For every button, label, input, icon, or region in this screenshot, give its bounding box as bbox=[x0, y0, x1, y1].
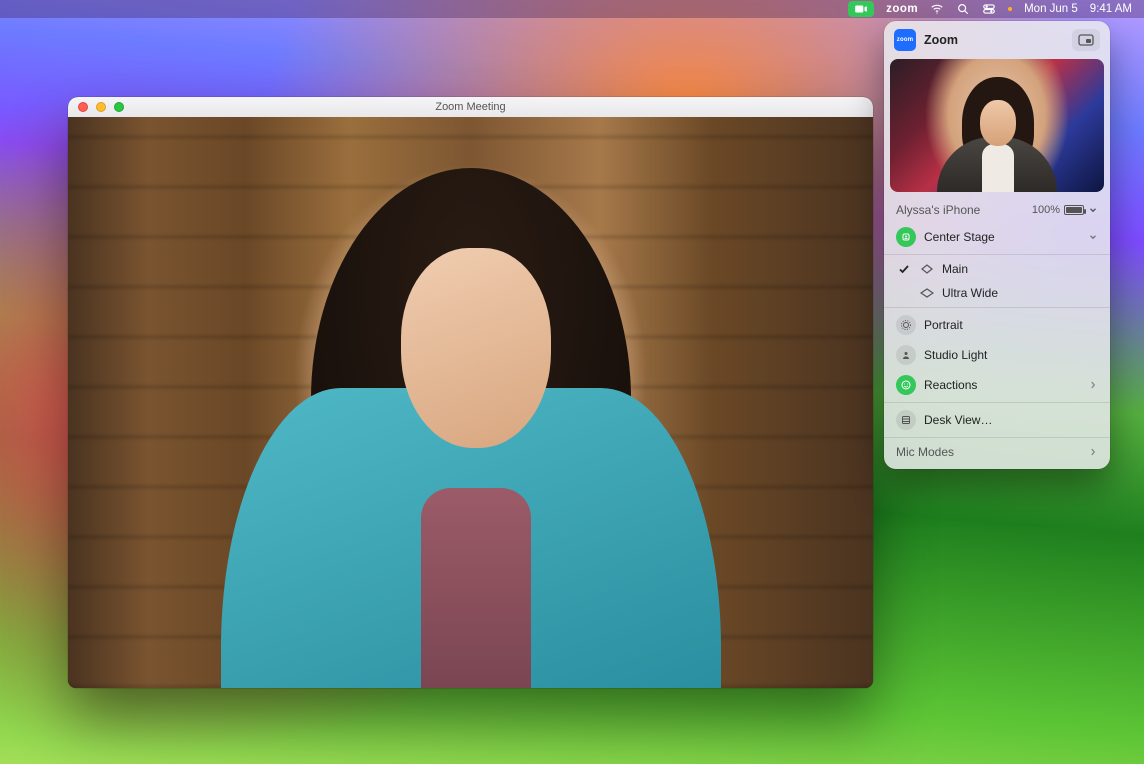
camera-preview bbox=[890, 59, 1104, 192]
separator bbox=[884, 402, 1110, 403]
active-app-name[interactable]: zoom bbox=[886, 3, 918, 15]
chevron-right-icon bbox=[1088, 380, 1098, 390]
menu-dot-icon bbox=[1008, 7, 1012, 11]
camera-active-indicator[interactable] bbox=[848, 1, 874, 17]
camera-device-name: Alyssa's iPhone bbox=[896, 203, 980, 217]
video-effects-popover: zoom Zoom Alyssa's iPhone 100% Center St… bbox=[884, 21, 1110, 469]
device-battery: 100% bbox=[1032, 204, 1098, 216]
menubar-date[interactable]: Mon Jun 5 bbox=[1024, 3, 1078, 15]
camera-device-row[interactable]: Alyssa's iPhone 100% bbox=[884, 198, 1110, 222]
zoom-meeting-window: Zoom Meeting bbox=[68, 97, 873, 688]
macos-menubar: zoom Mon Jun 5 9:41 AM bbox=[0, 0, 1144, 18]
reactions-menu[interactable]: Reactions bbox=[884, 370, 1110, 400]
zoom-app-icon: zoom bbox=[894, 29, 916, 51]
checkmark-icon bbox=[896, 263, 912, 275]
popover-app-name: Zoom bbox=[924, 33, 958, 47]
desk-view-icon bbox=[896, 410, 916, 430]
center-stage-toggle[interactable]: Center Stage bbox=[884, 222, 1110, 252]
window-title: Zoom Meeting bbox=[435, 101, 505, 113]
lens-option-ultrawide[interactable]: Ultra Wide bbox=[884, 281, 1110, 305]
center-stage-icon bbox=[896, 227, 916, 247]
menubar-time[interactable]: 9:41 AM bbox=[1090, 3, 1132, 15]
separator bbox=[884, 307, 1110, 308]
dock-window-icon bbox=[1078, 34, 1094, 46]
chevron-right-icon bbox=[1088, 447, 1098, 457]
wifi-icon[interactable] bbox=[930, 2, 944, 16]
lens-option-main[interactable]: Main bbox=[884, 257, 1110, 281]
separator bbox=[884, 254, 1110, 255]
main-video-feed[interactable] bbox=[68, 117, 873, 688]
maximize-button[interactable] bbox=[114, 102, 124, 112]
popover-header: zoom Zoom bbox=[884, 21, 1110, 59]
lens-outline-icon bbox=[920, 264, 934, 274]
window-dock-button[interactable] bbox=[1072, 29, 1100, 51]
participant-portrait bbox=[191, 128, 751, 688]
portrait-icon bbox=[896, 315, 916, 335]
control-center-icon[interactable] bbox=[982, 2, 996, 16]
spotlight-search-icon[interactable] bbox=[956, 2, 970, 16]
reactions-icon bbox=[896, 375, 916, 395]
window-traffic-lights bbox=[78, 102, 124, 112]
lens-outline-icon bbox=[920, 288, 934, 298]
portrait-toggle[interactable]: Portrait bbox=[884, 310, 1110, 340]
close-button[interactable] bbox=[78, 102, 88, 112]
desk-view-button[interactable]: Desk View… bbox=[884, 405, 1110, 435]
chevron-down-icon bbox=[1088, 205, 1098, 215]
studio-light-toggle[interactable]: Studio Light bbox=[884, 340, 1110, 370]
battery-icon bbox=[1064, 205, 1084, 215]
window-titlebar[interactable]: Zoom Meeting bbox=[68, 97, 873, 117]
studio-light-icon bbox=[896, 345, 916, 365]
minimize-button[interactable] bbox=[96, 102, 106, 112]
mic-modes-menu[interactable]: Mic Modes bbox=[884, 440, 1110, 469]
chevron-down-icon bbox=[1088, 232, 1098, 242]
video-camera-icon bbox=[854, 2, 868, 16]
separator bbox=[884, 437, 1110, 438]
